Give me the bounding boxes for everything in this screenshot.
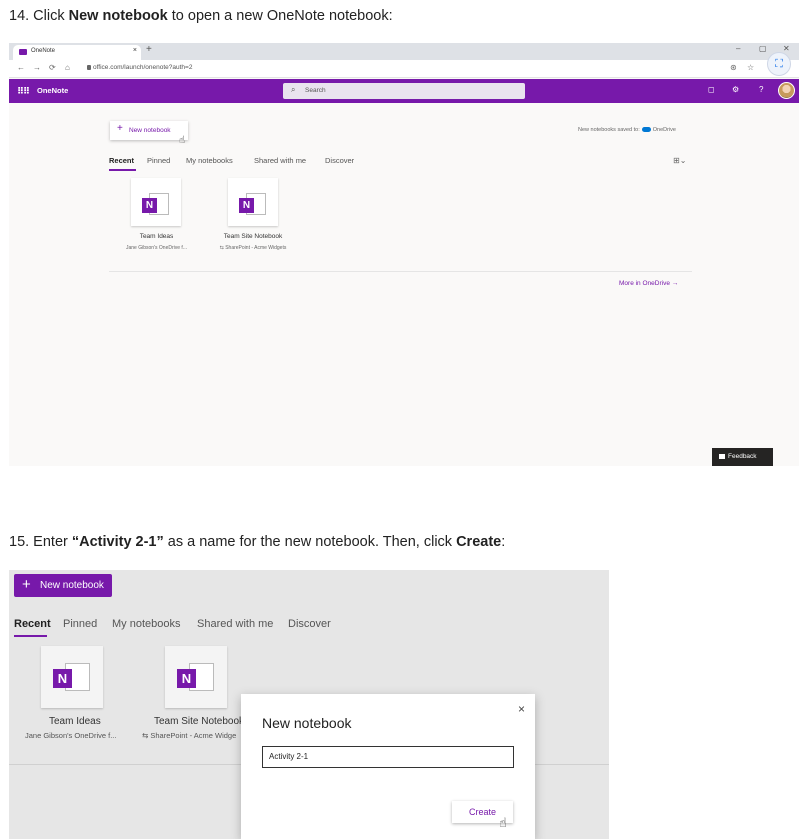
help-icon[interactable]: ? — [759, 85, 763, 94]
step-14-prefix: 14. Click — [9, 8, 69, 24]
more-in-onedrive-link[interactable]: More in OneDrive → — [619, 280, 678, 287]
plus-icon: + — [22, 576, 31, 593]
window-close-icon[interactable]: ✕ — [783, 44, 790, 53]
notebook-location: ⇆ SharePoint - Acme Widgets — [219, 245, 287, 251]
feedback-label: Feedback — [728, 453, 757, 460]
reload-icon[interactable]: ⟳ — [49, 63, 56, 72]
tab-discover[interactable]: Discover — [288, 618, 331, 630]
search-input[interactable]: ⌕ Search — [283, 83, 525, 99]
new-notebook-label: New notebook — [40, 580, 104, 591]
hand-cursor-icon: ☝ — [179, 135, 186, 146]
onenote-icon: N — [239, 198, 254, 213]
browser-tab-bar: OneNote × + – ▢ ✕ — [9, 43, 799, 60]
notebook-card[interactable]: N — [165, 646, 227, 708]
onenote-icon: N — [142, 198, 157, 213]
browser-tab-title: OneNote — [31, 48, 56, 54]
feedback-icon — [719, 454, 725, 459]
step-14-instruction: 14. Click New notebook to open a new One… — [9, 8, 393, 24]
notebook-location: Jane Gibson's OneDrive f... — [126, 245, 187, 251]
notebook-card[interactable]: N — [41, 646, 103, 708]
tab-pinned[interactable]: Pinned — [147, 156, 170, 165]
view-toggle-icon[interactable]: ⊞⌄ — [673, 156, 686, 165]
screenshot-new-notebook-dialog: + New notebook Recent Pinned My notebook… — [9, 570, 609, 839]
save-location-name: OneDrive — [652, 127, 676, 133]
tab-recent[interactable]: Recent — [14, 618, 51, 630]
extension-icon[interactable]: ⊛ — [730, 63, 737, 72]
url-field[interactable]: office.com/launch/onenote?auth=2 — [87, 64, 192, 71]
new-notebook-button[interactable]: + New notebook — [110, 121, 188, 140]
avatar[interactable] — [778, 82, 795, 99]
search-placeholder: Search — [305, 87, 326, 94]
notebook-location: ⇆ SharePoint - Acme Widge — [142, 731, 237, 740]
save-location-note: New notebooks saved to: OneDrive — [578, 127, 676, 133]
tab-my-notebooks[interactable]: My notebooks — [186, 156, 233, 165]
browser-tab[interactable]: OneNote × — [13, 45, 141, 60]
step-15-bold: “Activity 2-1” — [71, 534, 164, 550]
screenshot-onenote-home: OneNote × + – ▢ ✕ ← → ⟳ ⌂ office.com/lau… — [9, 43, 799, 466]
onenote-icon: N — [53, 669, 72, 688]
notification-bell-icon[interactable]: ◻ — [708, 85, 715, 94]
back-icon[interactable]: ← — [17, 63, 25, 72]
dialog-title: New notebook — [262, 715, 352, 731]
app-launcher-icon[interactable]: ⠿⠿ — [17, 86, 30, 97]
bookmark-star-icon[interactable]: ☆ — [747, 63, 754, 72]
tab-shared-with-me[interactable]: Shared with me — [254, 156, 306, 165]
step-14-bold: New notebook — [68, 8, 168, 24]
home-icon[interactable]: ⌂ — [65, 63, 70, 72]
step-14-suffix: to open a new OneNote notebook: — [167, 8, 393, 24]
notebook-location: Jane Gibson's OneDrive f... — [25, 731, 117, 740]
active-tab-underline — [109, 169, 136, 171]
new-notebook-dialog: × New notebook Activity 2-1 Create — [241, 694, 535, 839]
notebook-name[interactable]: Team Site Notebook — [208, 233, 298, 240]
notebook-card[interactable]: N — [131, 178, 181, 226]
screen-capture-icon[interactable]: ⛶ — [767, 52, 791, 76]
step-15-suffix: : — [501, 534, 506, 550]
new-notebook-button[interactable]: + New notebook — [14, 574, 112, 597]
divider — [109, 271, 692, 272]
notebook-name-input[interactable]: Activity 2-1 — [262, 746, 514, 768]
plus-icon: + — [117, 123, 123, 134]
save-location-text: New notebooks saved to: — [578, 127, 640, 133]
step-15-middle: as a name for the new notebook. Then, cl… — [163, 534, 457, 550]
tab-my-notebooks[interactable]: My notebooks — [112, 618, 180, 630]
onenote-app-bar: ⠿⠿ OneNote ⌕ Search ◻ ⚙ ? — [9, 79, 799, 103]
notebook-location-text: SharePoint - Acme Widge — [150, 731, 237, 740]
notebook-name[interactable]: Team Site Notebook — [154, 716, 244, 727]
step-15-bold-create: Create — [456, 534, 502, 550]
notebook-name[interactable]: Team Ideas — [49, 716, 101, 727]
new-notebook-label: New notebook — [129, 127, 171, 134]
url-text: office.com/launch/onenote?auth=2 — [93, 64, 193, 71]
active-tab-underline — [14, 635, 47, 637]
maximize-icon[interactable]: ▢ — [759, 44, 767, 53]
tab-recent[interactable]: Recent — [109, 156, 134, 165]
app-name[interactable]: OneNote — [37, 86, 68, 95]
step-15-prefix: 15. Enter — [9, 534, 72, 550]
onedrive-cloud-icon — [641, 127, 651, 133]
tab-discover[interactable]: Discover — [325, 156, 354, 165]
tab-pinned[interactable]: Pinned — [63, 618, 97, 630]
notebook-name[interactable]: Team Ideas — [119, 233, 194, 240]
browser-address-bar: ← → ⟳ ⌂ office.com/launch/onenote?auth=2… — [9, 60, 799, 78]
feedback-button[interactable]: Feedback — [712, 448, 773, 466]
close-icon[interactable]: × — [518, 702, 525, 716]
onenote-icon: N — [177, 669, 196, 688]
notebook-location-text: SharePoint - Acme Widgets — [225, 245, 287, 251]
minimize-icon[interactable]: – — [736, 44, 740, 53]
search-icon: ⌕ — [291, 85, 296, 94]
new-tab-icon[interactable]: + — [146, 44, 152, 55]
onenote-favicon-icon — [19, 49, 27, 55]
hand-cursor-icon: ☝ — [499, 815, 507, 830]
notebook-card[interactable]: N — [228, 178, 278, 226]
tab-close-icon[interactable]: × — [133, 47, 137, 54]
forward-icon[interactable]: → — [33, 63, 41, 72]
tab-shared-with-me[interactable]: Shared with me — [197, 618, 273, 630]
settings-gear-icon[interactable]: ⚙ — [732, 85, 739, 94]
step-15-instruction: 15. Enter “Activity 2-1” as a name for t… — [9, 534, 505, 550]
